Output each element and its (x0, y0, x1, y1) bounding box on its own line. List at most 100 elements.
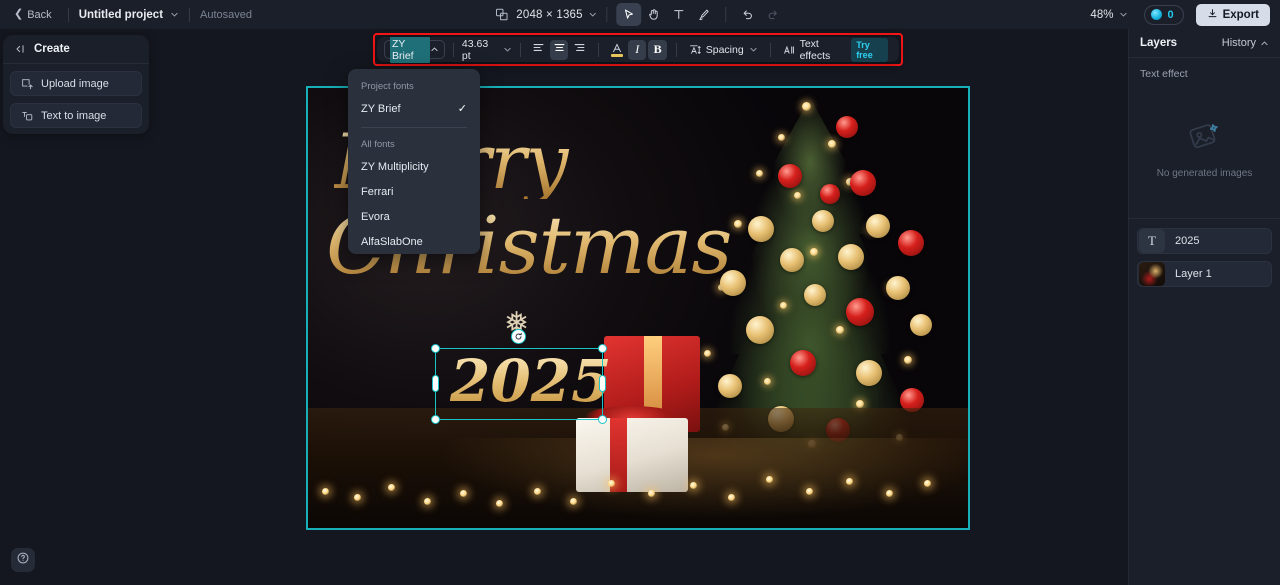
layer-item-image[interactable]: Layer 1 (1137, 261, 1272, 287)
app-root: ❮ Back Untitled project Autosaved 2048 ×… (0, 0, 1280, 585)
font-option-label: AlfaSlabOne (361, 235, 423, 248)
tab-history[interactable]: History (1222, 37, 1269, 49)
chevron-left-icon: ❮ (14, 8, 24, 20)
text-effects-button[interactable]: Text effects Try free (779, 36, 892, 64)
layer-name: 2025 (1175, 235, 1200, 247)
string-lights (308, 454, 968, 510)
credits-count: 0 (1167, 8, 1174, 21)
font-family-value: ZY Brief (390, 36, 431, 63)
align-center-icon (553, 41, 566, 59)
font-option-zy-brief[interactable]: ZY Brief ✓ (348, 96, 480, 121)
autosaved-status: Autosaved (200, 8, 253, 21)
font-size-select[interactable]: 43.63 pt (462, 38, 512, 62)
help-question-icon (16, 551, 30, 570)
export-button[interactable]: Export (1195, 3, 1270, 26)
divider (189, 7, 191, 22)
resize-handle-bottom-left[interactable] (431, 415, 440, 424)
text-toolbar-highlight: ZY Brief 43.63 pt I B Spacing Text effec… (373, 33, 903, 66)
letter-spacing-icon (689, 44, 701, 56)
font-family-select[interactable]: ZY Brief (384, 36, 446, 63)
project-name[interactable]: Untitled project (79, 9, 163, 21)
canvas-size-value[interactable]: 2048 × 1365 (516, 9, 582, 21)
align-left-button[interactable] (530, 40, 548, 60)
font-option-evora[interactable]: Evora (348, 204, 480, 229)
upload-image-label: Upload image (41, 77, 109, 90)
text-tool-button[interactable] (667, 3, 692, 26)
hand-tool-button[interactable] (642, 3, 667, 26)
spacing-label: Spacing (705, 43, 744, 56)
text-effect-label: Text effect (1140, 68, 1188, 80)
font-option-label: ZY Multiplicity (361, 160, 429, 173)
italic-icon: I (635, 42, 640, 56)
italic-button[interactable]: I (628, 39, 647, 60)
upload-image-icon (20, 77, 33, 90)
upload-image-button[interactable]: Upload image (10, 71, 142, 96)
text-format-toolbar: ZY Brief 43.63 pt I B Spacing Text effec… (377, 36, 899, 64)
chevron-down-icon[interactable] (1119, 10, 1128, 19)
spacing-button[interactable]: Spacing (685, 42, 762, 58)
brush-tool-button[interactable] (692, 3, 717, 26)
chevron-up-icon (1260, 39, 1269, 48)
layers-panel: Layers History Text effect No generated … (1128, 29, 1280, 585)
text-to-image-button[interactable]: Text to image (10, 103, 142, 128)
font-option-label: Ferrari (361, 185, 394, 198)
divider (361, 127, 467, 128)
top-bar-left: ❮ Back Untitled project Autosaved (0, 0, 252, 29)
align-left-icon (532, 41, 545, 59)
font-option-ferrari[interactable]: Ferrari (348, 179, 480, 204)
chevron-up-icon (430, 45, 439, 54)
align-center-button[interactable] (550, 39, 569, 60)
divider (606, 7, 608, 22)
generated-images-empty-state: No generated images (1129, 80, 1280, 218)
resize-handle-middle-left[interactable] (432, 375, 439, 392)
help-button[interactable] (11, 548, 35, 572)
collapse-panel-icon[interactable] (13, 43, 26, 56)
resize-handle-middle-right[interactable] (599, 375, 606, 392)
chevron-down-icon[interactable] (589, 10, 598, 19)
align-right-button[interactable] (570, 40, 588, 60)
select-tool-button[interactable] (616, 3, 642, 26)
resize-handle-top-left[interactable] (431, 344, 440, 353)
font-option-alfaslabone[interactable]: AlfaSlabOne (348, 229, 480, 254)
credit-coin-icon (1151, 9, 1163, 20)
font-option-label: Evora (361, 210, 390, 223)
font-menu-section-all: All fonts (361, 139, 395, 150)
canvas-area[interactable]: Merry Christmas ❅ 2025 (152, 29, 1128, 585)
bold-button[interactable]: B (648, 39, 667, 60)
try-free-badge[interactable]: Try free (851, 37, 889, 62)
rotate-handle-icon[interactable] (511, 329, 526, 344)
font-option-zy-multiplicity[interactable]: ZY Multiplicity (348, 154, 480, 179)
divider (675, 42, 677, 57)
font-menu-section-project: Project fonts (361, 81, 414, 92)
bold-icon: B (653, 42, 662, 56)
create-panel: Create Upload image Text to image (3, 35, 149, 134)
check-icon: ✓ (457, 103, 467, 115)
align-right-icon (573, 41, 586, 59)
text-effects-label: Text effects (799, 37, 831, 62)
undo-button[interactable] (736, 3, 761, 26)
text-selection-frame[interactable] (431, 329, 607, 424)
create-panel-body: Upload image Text to image Image to imag… (3, 64, 149, 134)
divider (67, 7, 69, 22)
tab-history-label: History (1221, 37, 1256, 49)
chevron-down-icon (503, 45, 512, 54)
credits-badge[interactable]: 0 (1144, 4, 1184, 25)
tab-layers[interactable]: Layers (1140, 37, 1177, 49)
text-color-button[interactable] (608, 40, 626, 60)
top-bar-right: 48% 0 Export (1090, 0, 1270, 29)
font-family-dropdown[interactable]: Project fonts ZY Brief ✓ All fonts ZY Mu… (348, 69, 480, 254)
back-button[interactable]: ❮ Back (8, 5, 58, 25)
zoom-level-value[interactable]: 48% (1090, 9, 1113, 21)
resize-handle-bottom-right[interactable] (598, 415, 607, 424)
image-layer-thumbnail (1139, 262, 1165, 286)
layer-item-text[interactable]: T 2025 (1137, 228, 1272, 254)
layer-name: Layer 1 (1175, 268, 1212, 280)
resize-handle-top-right[interactable] (598, 344, 607, 353)
chevron-down-icon[interactable] (170, 10, 179, 19)
text-color-a-icon (610, 42, 623, 57)
image-placeholder-icon (1188, 120, 1222, 159)
redo-button[interactable] (761, 3, 786, 26)
font-size-value: 43.63 pt (461, 37, 489, 62)
top-bar: ❮ Back Untitled project Autosaved 2048 ×… (0, 0, 1280, 29)
text-to-image-label: Text to image (41, 109, 107, 122)
